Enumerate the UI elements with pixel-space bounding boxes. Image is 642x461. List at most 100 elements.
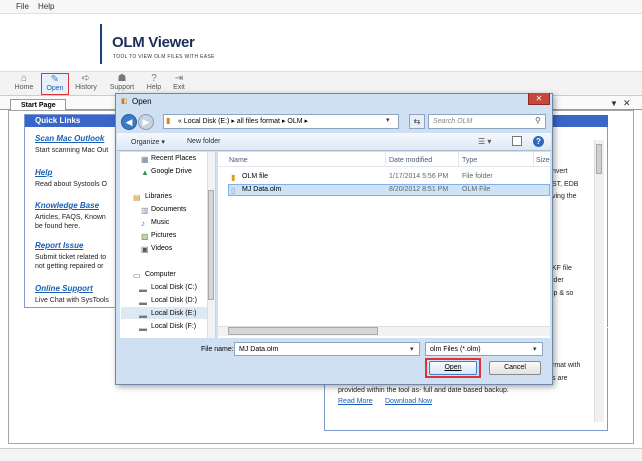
read-more-link[interactable]: Read More	[338, 398, 373, 405]
column-header-name[interactable]: Name	[229, 157, 248, 164]
nav-pictures[interactable]: Pictures	[151, 232, 176, 239]
nav-local-disk-e[interactable]: Local Disk (E:)	[151, 310, 197, 317]
nav-local-disk-c[interactable]: Local Disk (C:)	[151, 284, 197, 291]
documents-icon: ▥	[141, 206, 149, 215]
nav-music[interactable]: Music	[151, 219, 169, 226]
right-panel-text: lder	[552, 277, 564, 284]
file-type-dropdown-icon[interactable]: ▾	[533, 345, 537, 353]
exit-icon: ⇥	[174, 73, 184, 84]
quick-link-report-issue[interactable]: Report Issue	[35, 241, 83, 250]
dialog-cancel-button[interactable]: Cancel	[489, 361, 541, 375]
back-button[interactable]: ◀	[121, 114, 137, 130]
menu-bar: File Help	[0, 0, 642, 14]
file-name-input[interactable]	[234, 342, 420, 356]
file-row-name[interactable]: MJ Data.olm	[242, 186, 281, 193]
file-name-label: File name:	[201, 346, 234, 353]
google-drive-icon: ▲	[141, 168, 149, 177]
open-button[interactable]: ✎ Open	[41, 73, 69, 95]
folder-icon: ▮	[166, 116, 171, 125]
nav-google-drive[interactable]: Google Drive	[151, 168, 192, 175]
right-panel-header	[548, 115, 608, 127]
breadcrumb-separator[interactable]: ▸	[282, 118, 286, 125]
download-now-link[interactable]: Download Now	[385, 398, 432, 405]
breadcrumb-separator[interactable]: ▸	[305, 118, 309, 125]
history-button[interactable]: ➪ History	[72, 73, 100, 95]
help-button[interactable]: ? Help	[140, 73, 168, 95]
nav-libraries[interactable]: Libraries	[145, 193, 172, 200]
content-scrollbar-thumb[interactable]	[596, 144, 602, 174]
right-panel-text: nvert	[552, 168, 568, 175]
quick-link-scan[interactable]: Scan Mac Outlook	[35, 134, 104, 143]
drive-icon: ▬	[139, 285, 147, 294]
file-row-name[interactable]: OLM file	[242, 173, 268, 180]
refresh-button[interactable]: ⇆	[409, 114, 425, 129]
history-icon: ➪	[81, 73, 91, 84]
exit-button[interactable]: ⇥ Exit	[165, 73, 193, 95]
home-button[interactable]: ⌂ Home	[10, 73, 38, 95]
breadcrumb-local-disk-e[interactable]: Local Disk (E:)	[184, 118, 230, 125]
tab-close-icon[interactable]: ✕	[623, 98, 631, 109]
home-icon: ⌂	[20, 73, 28, 84]
file-name-dropdown-icon[interactable]: ▾	[410, 345, 414, 353]
open-icon: ✎	[50, 74, 60, 85]
breadcrumb: « Local Disk (E:) ▸ all files format ▸ O…	[178, 117, 308, 125]
menu-file[interactable]: File	[16, 2, 29, 11]
quick-link-support-desc: Live Chat with SysTools	[35, 297, 109, 304]
column-divider[interactable]	[533, 152, 534, 166]
file-list-scrollbar-thumb[interactable]	[228, 327, 378, 335]
column-header-size[interactable]: Size	[536, 157, 550, 164]
column-header-type[interactable]: Type	[462, 157, 477, 164]
nav-computer[interactable]: Computer	[145, 271, 176, 278]
dialog-close-button[interactable]: ✕	[528, 93, 550, 105]
dialog-help-button[interactable]: ?	[533, 136, 544, 147]
recent-places-icon: ▦	[141, 155, 149, 164]
column-divider[interactable]	[458, 152, 459, 166]
nav-recent-places[interactable]: Recent Places	[151, 155, 196, 162]
quick-link-online-support[interactable]: Online Support	[35, 284, 93, 293]
breadcrumb-olm[interactable]: OLM	[287, 118, 302, 125]
folder-icon: ▮	[231, 173, 236, 182]
support-icon: ☗	[117, 73, 127, 84]
column-divider[interactable]	[385, 152, 386, 166]
dialog-open-label: Open	[444, 364, 462, 371]
nav-pane-scrollbar-thumb[interactable]	[208, 190, 214, 300]
nav-videos[interactable]: Videos	[151, 245, 172, 252]
nav-local-disk-d[interactable]: Local Disk (D:)	[151, 297, 197, 304]
organize-button[interactable]: Organize ▾	[131, 138, 165, 146]
nav-documents[interactable]: Documents	[151, 206, 186, 213]
exit-label: Exit	[173, 84, 185, 91]
breadcrumb-all-files-format[interactable]: all files format	[237, 118, 280, 125]
preview-pane-icon[interactable]	[512, 136, 522, 146]
history-label: History	[75, 84, 97, 91]
open-label: Open	[46, 85, 64, 92]
menu-help[interactable]: Help	[38, 2, 54, 11]
quick-link-help[interactable]: Help	[35, 168, 52, 177]
right-panel-text: ip & so	[552, 290, 574, 297]
column-header-border	[218, 166, 550, 167]
column-header-date[interactable]: Date modified	[389, 157, 432, 164]
quick-link-help-desc: Read about Systools O	[35, 181, 107, 188]
help-label: Help	[146, 84, 162, 91]
view-options-icon[interactable]: ☰ ▾	[478, 137, 491, 146]
home-label: Home	[14, 84, 34, 91]
tab-menu-icon[interactable]: ▼	[610, 99, 618, 108]
quick-link-report-desc-2: not getting repaired or	[35, 263, 104, 270]
support-button[interactable]: ☗ Support	[108, 73, 136, 95]
file-row-type: OLM File	[462, 186, 491, 193]
refresh-icon: ⇆	[413, 117, 421, 126]
search-input[interactable]: Search OLM	[428, 114, 546, 129]
file-type-select[interactable]: olm Files (*.olm)	[425, 342, 543, 356]
right-panel-text: KF file	[552, 265, 572, 272]
dialog-open-button[interactable]: Open	[429, 361, 477, 375]
quick-link-knowledge-base[interactable]: Knowledge Base	[35, 201, 99, 210]
address-dropdown-icon[interactable]: ▾	[386, 116, 390, 124]
nav-local-disk-f[interactable]: Local Disk (F:)	[151, 323, 196, 330]
drive-icon: ▬	[139, 324, 147, 333]
forward-button[interactable]: ▶	[138, 114, 154, 130]
breadcrumb-overflow[interactable]: «	[178, 118, 182, 125]
right-panel-bottom-text: provided within the tool as- full and da…	[338, 387, 509, 394]
content-scrollbar[interactable]	[594, 140, 604, 422]
breadcrumb-separator[interactable]: ▸	[231, 118, 235, 125]
quick-links-title: Quick Links	[25, 115, 120, 127]
new-folder-button[interactable]: New folder	[187, 138, 220, 145]
